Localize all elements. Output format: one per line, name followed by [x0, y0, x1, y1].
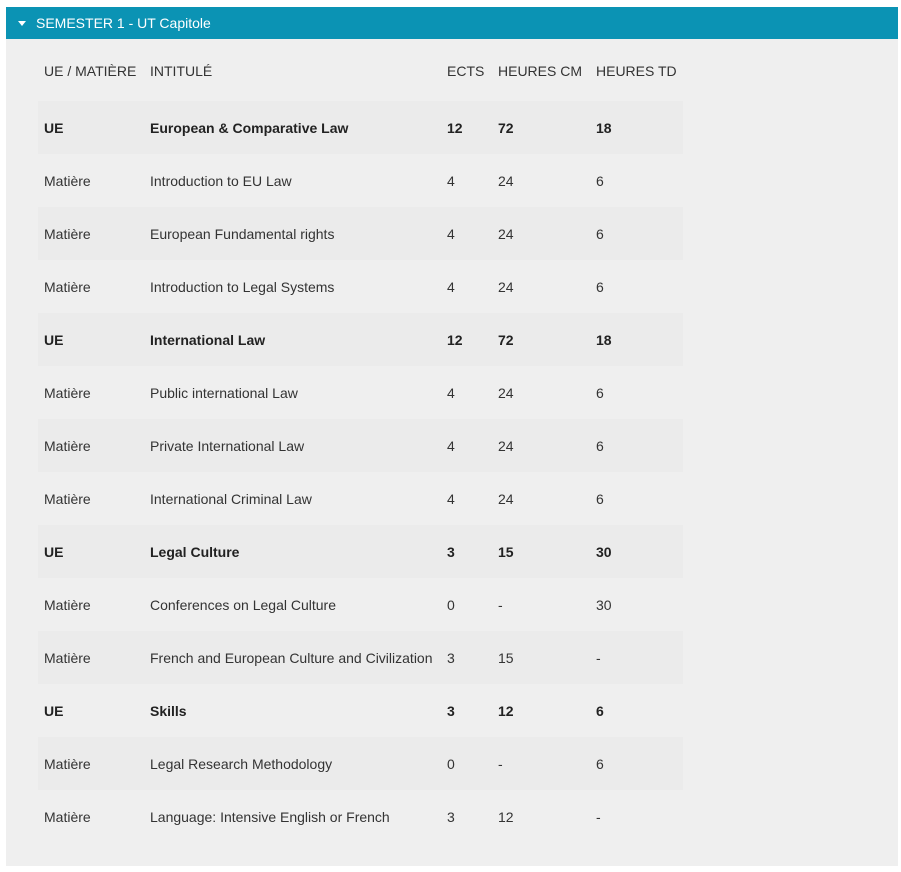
caret-down-icon: [18, 20, 26, 26]
cell-ects: 3: [447, 702, 455, 719]
cell-ects: 4: [447, 278, 455, 295]
table-row: Matière Introduction to EU Law 4 24 6: [38, 154, 683, 207]
header-type: UE / MATIÈRE: [44, 63, 137, 79]
cell-title: French and European Culture and Civiliza…: [144, 631, 441, 684]
cell-ects: 4: [447, 490, 455, 507]
cell-title: European Fundamental rights: [144, 207, 441, 260]
cell-ects: 4: [441, 207, 492, 260]
cell-title: International Law: [144, 313, 441, 366]
cell-td: -: [590, 631, 683, 684]
cell-cm: 12: [498, 702, 514, 719]
header-cm: HEURES CM: [498, 63, 583, 79]
cell-type: Matière: [44, 808, 91, 825]
cell-cm: -: [498, 596, 503, 613]
cell-cm: 72: [492, 313, 590, 366]
cell-cm: 24: [492, 419, 590, 472]
cell-title: Introduction to EU Law: [150, 172, 292, 189]
cell-type: Matière: [44, 596, 91, 613]
semester-accordion: SEMESTER 1 - UT Capitole UE / MATIÈRE IN…: [6, 7, 898, 866]
cell-td: 30: [596, 596, 612, 613]
cell-td: 6: [590, 207, 683, 260]
table-row: UE International Law 12 72 18: [38, 313, 683, 366]
cell-cm: 15: [492, 631, 590, 684]
table-header-row: UE / MATIÈRE INTITULÉ ECTS HEURES CM HEU…: [38, 51, 683, 91]
cell-td: -: [596, 808, 601, 825]
course-table-body: UE European & Comparative Law 12 72 18 Matièr…: [38, 101, 683, 843]
cell-ects: 4: [447, 384, 455, 401]
table-row: Matière Conferences on Legal Culture 0 - 30: [38, 578, 683, 631]
header-title: INTITULÉ: [150, 63, 213, 79]
cell-cm: 72: [492, 101, 590, 154]
cell-cm: 24: [492, 207, 590, 260]
cell-type: Matière: [44, 490, 91, 507]
course-table: UE / MATIÈRE INTITULÉ ECTS HEURES CM HEU…: [38, 51, 683, 843]
cell-ects: 4: [447, 172, 455, 189]
cell-ects: 3: [441, 525, 492, 578]
cell-ects: 0: [447, 596, 455, 613]
cell-title: European & Comparative Law: [144, 101, 441, 154]
cell-title: Conferences on Legal Culture: [150, 596, 337, 613]
header-td: HEURES TD: [596, 63, 677, 79]
semester-accordion-header[interactable]: SEMESTER 1 - UT Capitole: [6, 7, 898, 39]
cell-title: Introduction to Legal Systems: [150, 278, 335, 295]
table-row: Matière European Fundamental rights 4 24 6: [38, 207, 683, 260]
cell-type: Matière: [38, 737, 144, 790]
cell-td: 6: [590, 419, 683, 472]
table-row: UE Skills 3 12 6: [38, 684, 683, 737]
cell-td: 6: [596, 490, 604, 507]
cell-cm: 15: [492, 525, 590, 578]
table-row: Matière Introduction to Legal Systems 4 24 6: [38, 260, 683, 313]
table-row: Matière International Criminal Law 4 24 6: [38, 472, 683, 525]
table-row: Matière Private International Law 4 24 6: [38, 419, 683, 472]
header-spacer: [38, 91, 683, 101]
cell-type: UE: [38, 525, 144, 578]
semester-title: SEMESTER 1 - UT Capitole: [36, 15, 211, 31]
cell-title: International Criminal Law: [150, 490, 312, 507]
cell-cm: 24: [498, 490, 514, 507]
cell-type: Matière: [38, 419, 144, 472]
cell-title: Legal Research Methodology: [144, 737, 441, 790]
cell-title: Legal Culture: [144, 525, 441, 578]
cell-type: Matière: [44, 384, 91, 401]
cell-title: Private International Law: [144, 419, 441, 472]
cell-type: Matière: [38, 631, 144, 684]
cell-td: 6: [596, 384, 604, 401]
cell-cm: 12: [498, 808, 514, 825]
cell-td: 30: [590, 525, 683, 578]
cell-td: 6: [596, 278, 604, 295]
cell-type: Matière: [38, 207, 144, 260]
table-row: UE Legal Culture 3 15 30: [38, 525, 683, 578]
cell-type: UE: [38, 101, 144, 154]
cell-cm: 24: [498, 278, 514, 295]
cell-td: 6: [596, 172, 604, 189]
cell-cm: 24: [498, 384, 514, 401]
cell-ects: 0: [441, 737, 492, 790]
cell-cm: -: [492, 737, 590, 790]
table-row: Matière Language: Intensive English or Fr…: [38, 790, 683, 843]
cell-td: 6: [596, 702, 604, 719]
table-row: Matière Legal Research Methodology 0-6: [38, 737, 683, 790]
cell-td: 6: [590, 737, 683, 790]
cell-title: Public international Law: [150, 384, 298, 401]
cell-type: UE: [38, 313, 144, 366]
table-row: UE European & Comparative Law 12 72 18: [38, 101, 683, 154]
header-ects: ECTS: [447, 63, 485, 79]
cell-ects: 12: [441, 313, 492, 366]
cell-title: Skills: [150, 702, 187, 719]
cell-cm: 24: [498, 172, 514, 189]
cell-ects: 3: [441, 631, 492, 684]
table-row: Matière Public international Law 4 24 6: [38, 366, 683, 419]
cell-type: Matière: [44, 278, 91, 295]
cell-ects: 12: [441, 101, 492, 154]
cell-ects: 4: [441, 419, 492, 472]
cell-title: Language: Intensive English or French: [150, 808, 390, 825]
cell-ects: 3: [447, 808, 455, 825]
table-row: Matière French and European Culture and C…: [38, 631, 683, 684]
cell-td: 18: [590, 313, 683, 366]
cell-type: Matière: [44, 172, 91, 189]
cell-td: 18: [590, 101, 683, 154]
cell-type: UE: [44, 702, 64, 719]
